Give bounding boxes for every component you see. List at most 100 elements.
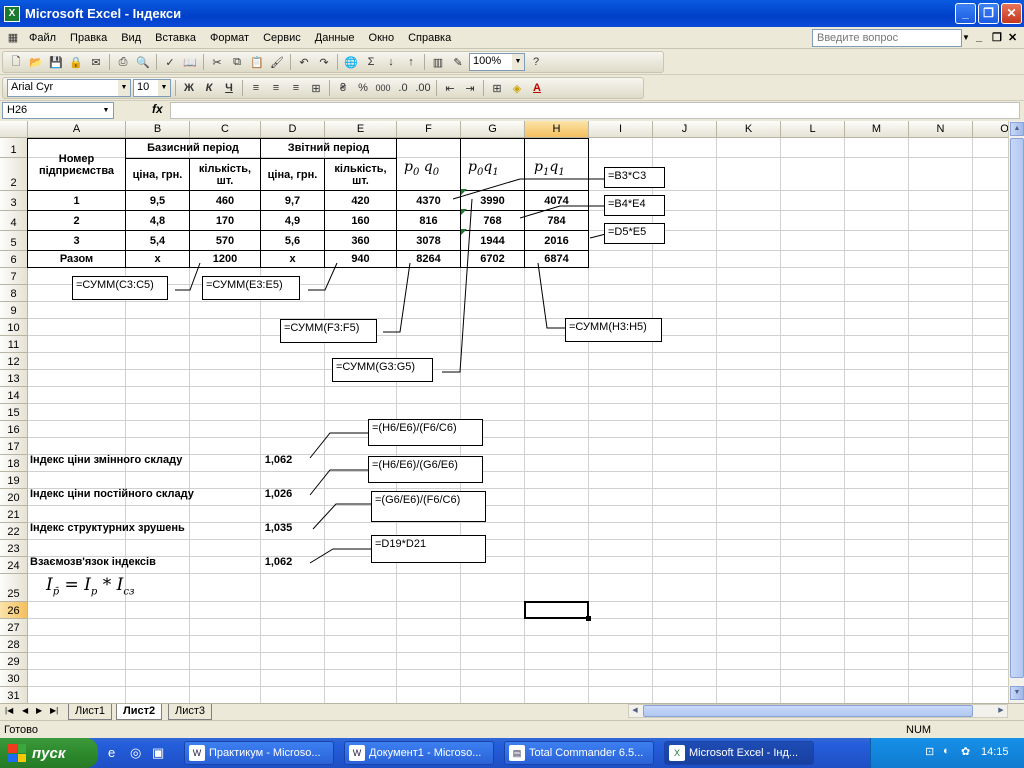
hyperlink-icon[interactable]: 🌐 (342, 53, 360, 71)
scroll-left-icon[interactable]: ◀ (629, 705, 641, 717)
desktop-icon[interactable]: ▣ (152, 745, 164, 761)
save-icon[interactable]: 💾 (47, 53, 65, 71)
sort-asc-icon[interactable]: ↓ (382, 53, 400, 71)
close-button[interactable]: ✕ (1001, 3, 1022, 24)
doc-minimize-button[interactable]: _ (976, 31, 982, 43)
underline-button[interactable]: Ч (220, 79, 238, 97)
menu-view[interactable]: Вид (114, 32, 148, 44)
autosum-icon[interactable]: Σ (362, 53, 380, 71)
formula-box-index-r24[interactable]: =D19*D21 (371, 535, 486, 563)
tab-sheet2[interactable]: Лист2 (116, 704, 163, 720)
clock[interactable]: 14:15 (981, 746, 1009, 758)
menu-insert[interactable]: Вставка (148, 32, 203, 44)
chevron-down-icon[interactable]: ▼ (960, 29, 972, 47)
menu-window[interactable]: Окно (362, 32, 402, 44)
media-icon[interactable]: ◎ (130, 745, 141, 761)
currency-icon[interactable]: ₴ (334, 79, 352, 97)
minimize-button[interactable]: _ (955, 3, 976, 24)
task-excel[interactable]: X Microsoft Excel - Інд... (664, 741, 814, 765)
formula-box-sum-g[interactable]: =СУММ(G3:G5) (332, 358, 433, 382)
maximize-button[interactable]: ❐ (978, 3, 999, 24)
formula-box-sum-e[interactable]: =СУММ(E3:E5) (202, 276, 300, 300)
spelling-icon[interactable]: ✓ (161, 53, 179, 71)
align-center-icon[interactable]: ≡ (267, 79, 285, 97)
formula-box-g4[interactable]: =B4*E4 (604, 195, 665, 216)
worksheet-grid[interactable]: ABCDEFGHIJKLMNO 1 2 3 4 5 6 7 8 9 10 11 12 13 14 15 16 1… (0, 121, 1008, 703)
horizontal-scroll-thumb[interactable] (643, 705, 973, 717)
zoom-select[interactable]: 100% ▼ (469, 53, 525, 71)
doc-restore-button[interactable]: ❐ (992, 31, 1002, 44)
chart-wizard-icon[interactable]: ▥ (429, 53, 447, 71)
scroll-down-icon[interactable]: ▼ (1010, 686, 1024, 700)
last-sheet-icon[interactable]: ▶| (50, 706, 58, 715)
percent-button[interactable]: % (354, 79, 372, 97)
formula-box-f3[interactable]: =B3*C3 (604, 167, 665, 188)
borders-icon[interactable]: ⊞ (488, 79, 506, 97)
formula-box-sum-f[interactable]: =СУММ(F3:F5) (280, 319, 377, 343)
task-total-commander[interactable]: ▤ Total Commander 6.5... (504, 741, 654, 765)
font-select[interactable]: Arial Cyr ▼ (7, 79, 131, 97)
formula-box-sum-h[interactable]: =СУММ(H3:H5) (565, 318, 662, 342)
scroll-right-icon[interactable]: ▶ (995, 705, 1007, 717)
doc-close-button[interactable]: ✕ (1008, 31, 1017, 44)
excel-doc-icon[interactable]: ▦ (4, 29, 22, 47)
start-button[interactable]: пуск (0, 738, 98, 768)
menu-service[interactable]: Сервис (256, 32, 308, 44)
font-color-icon[interactable]: A (528, 79, 546, 97)
formula-box-index-r18[interactable]: =(H6/E6)/(F6/C6) (368, 419, 483, 446)
merge-center-icon[interactable]: ⊞ (307, 79, 325, 97)
menu-help[interactable]: Справка (401, 32, 458, 44)
sort-desc-icon[interactable]: ↑ (402, 53, 420, 71)
volume-icon[interactable]: ◐ (943, 745, 950, 757)
increase-indent-icon[interactable]: ⇥ (461, 79, 479, 97)
formula-box-h5[interactable]: =D5*E5 (604, 223, 665, 244)
formula-input[interactable] (170, 102, 1020, 119)
italic-button[interactable]: К (200, 79, 218, 97)
thousands-button[interactable]: 000 (374, 79, 392, 97)
copy-icon[interactable]: ⧉ (228, 53, 246, 71)
formula-box-index-r20[interactable]: =(H6/E6)/(G6/E6) (368, 456, 483, 483)
cut-icon[interactable]: ✂ (208, 53, 226, 71)
paste-icon[interactable]: 📋 (248, 53, 266, 71)
decrease-decimal-icon[interactable]: .00 (414, 79, 432, 97)
tab-sheet1[interactable]: Лист1 (68, 704, 113, 720)
email-icon[interactable]: ✉ (87, 53, 105, 71)
redo-icon[interactable]: ↷ (315, 53, 333, 71)
menu-file[interactable]: Файл (22, 32, 63, 44)
first-sheet-icon[interactable]: |◀ (5, 706, 13, 715)
ie-icon[interactable]: e (108, 745, 115, 760)
prev-sheet-icon[interactable]: ◀ (22, 706, 28, 715)
increase-decimal-icon[interactable]: .0 (394, 79, 412, 97)
print-icon[interactable]: ⎙ (114, 53, 132, 71)
fx-icon[interactable]: fx (152, 102, 163, 116)
ask-question-input[interactable]: Введите вопрос (812, 29, 962, 47)
horizontal-scrollbar[interactable]: ◀ ▶ (628, 704, 1008, 718)
scroll-up-icon[interactable]: ▲ (1010, 122, 1024, 136)
help-icon[interactable]: ? (527, 53, 545, 71)
format-painter-icon[interactable]: 🖌 (268, 53, 286, 71)
antivirus-icon[interactable]: ✿ (961, 745, 970, 758)
open-icon[interactable]: 📂 (27, 53, 45, 71)
menu-format[interactable]: Формат (203, 32, 256, 44)
permission-icon[interactable]: 🔒 (67, 53, 85, 71)
menu-edit[interactable]: Правка (63, 32, 114, 44)
fill-color-icon[interactable]: ◈ (508, 79, 526, 97)
decrease-indent-icon[interactable]: ⇤ (441, 79, 459, 97)
formula-box-sum-c[interactable]: =СУММ(C3:C5) (72, 276, 168, 300)
align-left-icon[interactable]: ≡ (247, 79, 265, 97)
font-size-select[interactable]: 10 ▼ (133, 79, 171, 97)
undo-icon[interactable]: ↶ (295, 53, 313, 71)
vertical-scrollbar[interactable]: ▲ ▼ (1008, 121, 1024, 703)
task-practicum[interactable]: W Практикум - Microso... (184, 741, 334, 765)
preview-icon[interactable]: 🔍 (134, 53, 152, 71)
menu-data[interactable]: Данные (308, 32, 362, 44)
next-sheet-icon[interactable]: ▶ (36, 706, 42, 715)
formula-box-index-r22[interactable]: =(G6/E6)/(F6/C6) (371, 491, 486, 522)
vertical-scroll-thumb[interactable] (1010, 138, 1024, 678)
new-icon[interactable]: 🗋 (7, 53, 25, 71)
drawing-icon[interactable]: ✎ (449, 53, 467, 71)
name-box[interactable]: H26 ▼ (2, 102, 114, 119)
bold-button[interactable]: Ж (180, 79, 198, 97)
network-icon[interactable]: ⊡ (925, 745, 934, 758)
research-icon[interactable]: 📖 (181, 53, 199, 71)
